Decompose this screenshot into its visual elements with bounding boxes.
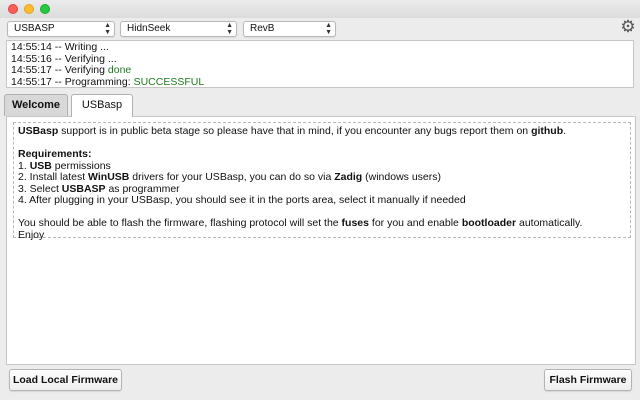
requirement-item: 4. After plugging in your USBasp, you sh… bbox=[18, 194, 466, 206]
intro-text: USBasp support is in public beta stage s… bbox=[18, 125, 567, 137]
firmware-select-value: HidnSeek bbox=[127, 23, 171, 34]
revision-select[interactable]: RevB ▲ ▼ bbox=[243, 21, 336, 37]
tab-content: USBasp support is in public beta stage s… bbox=[6, 116, 636, 365]
close-window-button[interactable] bbox=[8, 4, 18, 14]
title-bar bbox=[0, 0, 640, 18]
flash-firmware-button[interactable]: Flash Firmware bbox=[544, 369, 632, 391]
log-status: done bbox=[107, 64, 132, 76]
gear-icon[interactable]: ⚙ bbox=[620, 18, 636, 35]
signoff-text: Enjoy bbox=[18, 228, 45, 241]
log-output: 14:55:14 -- Writing ... 14:55:16 -- Veri… bbox=[6, 40, 634, 88]
tab-welcome[interactable]: Welcome bbox=[4, 94, 68, 116]
firmware-select[interactable]: HidnSeek ▲ ▼ bbox=[120, 21, 237, 37]
zoom-window-button[interactable] bbox=[40, 4, 50, 14]
toolbar: USBASP ▲ ▼ HidnSeek ▲ ▼ RevB ▲ ▼ bbox=[0, 18, 640, 40]
chevron-up-down-icon: ▲ ▼ bbox=[325, 22, 332, 36]
footer-bar: Load Local Firmware Flash Firmware bbox=[0, 365, 640, 400]
minimize-window-button[interactable] bbox=[24, 4, 34, 14]
load-local-firmware-button[interactable]: Load Local Firmware bbox=[9, 369, 122, 391]
programmer-select-value: USBASP bbox=[14, 23, 55, 34]
log-status: SUCCESSFUL bbox=[133, 75, 205, 88]
usbasp-notice: USBasp support is in public beta stage s… bbox=[13, 122, 631, 240]
log-line: 14:55:17 -- Programming: SUCCESSFUL bbox=[11, 75, 205, 88]
programmer-select[interactable]: USBASP ▲ ▼ bbox=[7, 21, 115, 37]
chevron-up-down-icon: ▲ ▼ bbox=[104, 22, 111, 36]
chevron-up-down-icon: ▲ ▼ bbox=[226, 22, 233, 36]
revision-select-value: RevB bbox=[250, 23, 275, 34]
tab-usbasp[interactable]: USBasp bbox=[71, 94, 133, 117]
closing-text: You should be able to flash the firmware… bbox=[18, 217, 583, 229]
